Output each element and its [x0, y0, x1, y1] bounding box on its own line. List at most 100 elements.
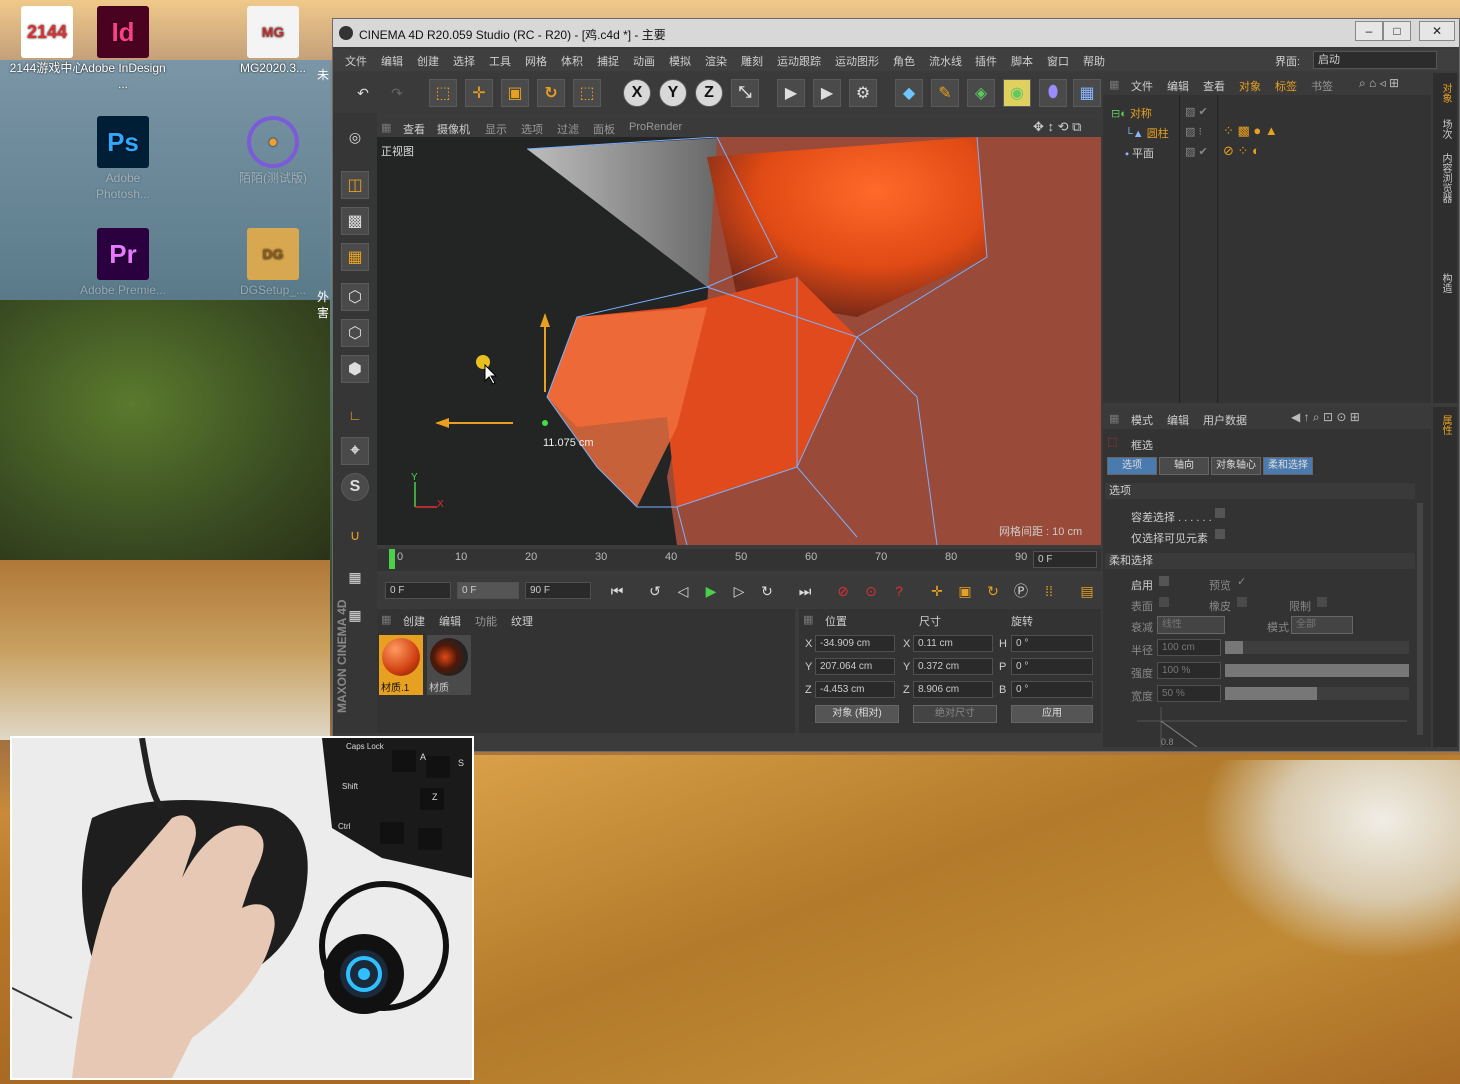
- radius-field[interactable]: 100 cm: [1157, 639, 1221, 656]
- menu-motion-tracking[interactable]: 运动跟踪: [777, 53, 821, 69]
- pen-icon[interactable]: ✎: [931, 79, 959, 107]
- position-z-field[interactable]: -4.453 cm: [815, 681, 895, 698]
- strength-field[interactable]: 100 %: [1157, 662, 1221, 679]
- om-nav-icons[interactable]: ⌕ ⌂ ◃ ⊞: [1359, 76, 1399, 91]
- undo-icon[interactable]: ↶: [349, 79, 377, 107]
- enable-checkbox[interactable]: [1159, 576, 1169, 586]
- coordinate-system-icon[interactable]: ⤡: [731, 79, 759, 107]
- play-icon[interactable]: ▶: [697, 577, 725, 605]
- tolerant-checkbox[interactable]: [1215, 508, 1225, 518]
- object-row-symmetry[interactable]: ⊟◐ 对称: [1111, 105, 1152, 121]
- attr-nav-icons[interactable]: ◀ ↑ ⌕ ⊡ ⊙ ⊞: [1291, 410, 1360, 425]
- tab-soft-selection[interactable]: 柔和选择: [1263, 457, 1313, 475]
- desktop-icon-mg2020[interactable]: MG MG2020.3...: [228, 6, 318, 76]
- keyframe-selection-icon[interactable]: ?: [885, 577, 913, 605]
- attr-menu-userdata[interactable]: 用户数据: [1203, 412, 1247, 428]
- timeline-icon[interactable]: ▤: [1073, 577, 1101, 605]
- visibility-toggles[interactable]: ▨ ✔: [1185, 105, 1208, 118]
- axis-mode-icon[interactable]: ∟: [341, 401, 369, 429]
- cylinder-tags-icon[interactable]: ⁘ ▩ ● ▲: [1223, 123, 1278, 139]
- menu-create[interactable]: 创建: [417, 53, 439, 69]
- start-frame-field[interactable]: 0 F: [385, 582, 451, 599]
- rotation-p-field[interactable]: 0 °: [1011, 658, 1093, 675]
- preview-start-field[interactable]: 0 F: [457, 582, 519, 599]
- menu-help[interactable]: 帮助: [1083, 53, 1105, 69]
- menu-file[interactable]: 文件: [345, 53, 367, 69]
- minimize-button[interactable]: –: [1355, 21, 1383, 41]
- timeline-ruler[interactable]: 0 10 20 30 40 50 60 70 80 90 0 F: [377, 549, 1101, 571]
- desktop-icon-dgsetup[interactable]: DG DGSetup_...: [228, 228, 318, 298]
- om-menu-tags[interactable]: 标签: [1275, 78, 1297, 94]
- cube-icon[interactable]: ◆: [895, 79, 923, 107]
- render-picture-viewer-icon[interactable]: ▶: [813, 79, 841, 107]
- menu-animate[interactable]: 动画: [633, 53, 655, 69]
- recent-tool-icon[interactable]: ⬚: [573, 79, 601, 107]
- width-slider[interactable]: [1225, 687, 1409, 700]
- tab-takes[interactable]: 场次: [1438, 119, 1453, 139]
- menu-select[interactable]: 选择: [453, 53, 475, 69]
- menu-mograph[interactable]: 运动图形: [835, 53, 879, 69]
- points-mode-icon[interactable]: ⬡: [341, 283, 369, 311]
- menu-character[interactable]: 角色: [893, 53, 915, 69]
- menu-render[interactable]: 渲染: [705, 53, 727, 69]
- viewport-menu-panel[interactable]: 面板: [593, 121, 615, 137]
- coordinate-mode-dropdown[interactable]: 对象 (相对): [815, 705, 899, 723]
- z-axis-icon[interactable]: Z: [695, 79, 723, 107]
- size-x-field[interactable]: 0.11 cm: [913, 635, 993, 652]
- menu-tools[interactable]: 工具: [489, 53, 511, 69]
- om-menu-bookmarks[interactable]: 书签: [1311, 78, 1333, 94]
- width-field[interactable]: 50 %: [1157, 685, 1221, 702]
- apply-button[interactable]: 应用: [1011, 705, 1093, 723]
- plane-tags-icon[interactable]: ⊘ ⁘ ◐: [1223, 143, 1260, 159]
- material-menu-create[interactable]: 创建: [403, 613, 425, 629]
- size-mode-dropdown[interactable]: 绝对尺寸: [913, 705, 997, 723]
- prev-key-icon[interactable]: ↺: [641, 577, 669, 605]
- object-row-plane[interactable]: ⬩ 平面: [1125, 145, 1154, 161]
- attr-menu-edit[interactable]: 编辑: [1167, 412, 1189, 428]
- menu-snap[interactable]: 捕捉: [597, 53, 619, 69]
- key-position-icon[interactable]: ✛: [923, 577, 951, 605]
- next-key-icon[interactable]: ↻: [753, 577, 781, 605]
- key-pla-icon[interactable]: ⁞⁞: [1035, 577, 1063, 605]
- material-menu-edit[interactable]: 编辑: [439, 613, 461, 629]
- go-to-end-icon[interactable]: ⏭: [791, 577, 819, 605]
- playhead[interactable]: [389, 549, 395, 569]
- size-y-field[interactable]: 0.372 cm: [913, 658, 993, 675]
- workplane-lock-icon[interactable]: ▦: [341, 563, 369, 591]
- position-y-field[interactable]: 207.064 cm: [815, 658, 895, 675]
- live-select-icon[interactable]: ⬚: [429, 79, 457, 107]
- attribute-scrollbar[interactable]: [1417, 503, 1423, 735]
- texture-mode-icon[interactable]: ▩: [341, 207, 369, 235]
- desktop-icon-premiere[interactable]: Pr Adobe Premie...: [78, 228, 168, 298]
- om-menu-edit[interactable]: 编辑: [1167, 78, 1189, 94]
- position-x-field[interactable]: -34.909 cm: [815, 635, 895, 652]
- menu-sculpt[interactable]: 雕刻: [741, 53, 763, 69]
- viewport-menu-prorender[interactable]: ProRender: [629, 121, 682, 133]
- visibility-toggles[interactable]: ▨ ✔: [1185, 145, 1208, 158]
- scale-icon[interactable]: ▣: [501, 79, 529, 107]
- floor-icon[interactable]: ▦: [1073, 79, 1101, 107]
- menu-window[interactable]: 窗口: [1047, 53, 1069, 69]
- strength-slider[interactable]: [1225, 664, 1409, 677]
- rotation-b-field[interactable]: 0 °: [1011, 681, 1093, 698]
- restrict-checkbox[interactable]: [1317, 597, 1327, 607]
- solo-icon[interactable]: S: [341, 473, 369, 501]
- material-menu-texture[interactable]: 纹理: [511, 613, 533, 629]
- x-axis-icon[interactable]: X: [623, 79, 651, 107]
- prev-frame-icon[interactable]: ◁: [669, 577, 697, 605]
- edges-mode-icon[interactable]: ⬡: [341, 319, 369, 347]
- rubber-checkbox[interactable]: [1237, 597, 1247, 607]
- falloff-dropdown[interactable]: 线性: [1157, 616, 1225, 634]
- viewport-menu-options[interactable]: 选项: [521, 121, 543, 137]
- preview-check-icon[interactable]: ✓: [1237, 575, 1246, 588]
- model-mode-icon[interactable]: ◫: [341, 171, 369, 199]
- tab-axis[interactable]: 轴向: [1159, 457, 1209, 475]
- menu-volume[interactable]: 体积: [561, 53, 583, 69]
- snap-icon[interactable]: ∪: [341, 521, 369, 549]
- render-settings-icon[interactable]: ⚙: [849, 79, 877, 107]
- y-axis-icon[interactable]: Y: [659, 79, 687, 107]
- layout-dropdown[interactable]: 启动: [1313, 51, 1437, 69]
- mode-dropdown[interactable]: 全部: [1291, 616, 1353, 634]
- render-view-icon[interactable]: ▶: [777, 79, 805, 107]
- viewport-menu-filter[interactable]: 过滤: [557, 121, 579, 137]
